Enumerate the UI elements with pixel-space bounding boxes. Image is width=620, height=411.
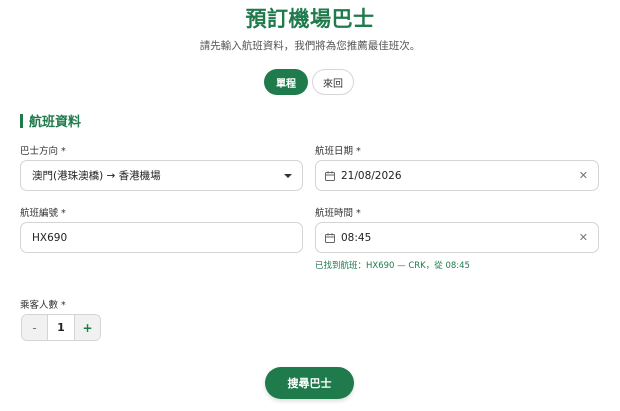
flight-date-input[interactable]: 21/08/2026 ✕ (315, 160, 599, 191)
flight-date-label: 航班日期 * (315, 146, 361, 157)
page-subtitle: 請先輸入航班資料，我們將為您推薦最佳班次。 (199, 40, 421, 52)
flight-number-input[interactable]: HX690 (20, 222, 303, 253)
passengers-value[interactable]: 1 (47, 315, 75, 340)
passengers-label: 乘客人數 * (20, 300, 66, 311)
flight-number-label: 航班編號 * (20, 208, 66, 219)
trip-type-toggle: 單程 來回 (264, 69, 354, 95)
chevron-down-icon (284, 173, 292, 178)
search-bus-button[interactable]: 搜尋巴士 (265, 367, 354, 399)
section-title: 航班資料 (29, 115, 82, 130)
direction-select[interactable]: 澳門(港珠澳橋) → 香港機場 (20, 160, 303, 191)
direction-value: 澳門(港珠澳橋) → 香港機場 (32, 170, 161, 182)
section-accent-bar (20, 113, 23, 128)
flight-time-value: 08:45 (341, 231, 372, 244)
flight-number-value: HX690 (32, 231, 68, 244)
round-trip-tab[interactable]: 來回 (312, 69, 354, 95)
flight-time-label: 航班時間 * (315, 208, 361, 219)
calendar-icon (325, 232, 335, 243)
one-way-tab[interactable]: 單程 (264, 69, 308, 95)
flight-found-hint: 已找到航班：HX690 — CRK，從 08:45 (315, 261, 470, 271)
flight-time-input[interactable]: 08:45 ✕ (315, 222, 599, 253)
increment-button[interactable]: + (75, 315, 100, 340)
section-heading: 航班資料 (20, 111, 81, 130)
calendar-icon (325, 170, 335, 181)
page-title: 預訂機場巴士 (245, 7, 375, 31)
passengers-stepper: - 1 + (21, 314, 101, 341)
decrement-button[interactable]: - (22, 315, 47, 340)
close-icon[interactable]: ✕ (579, 231, 588, 244)
direction-label: 巴士方向 * (20, 146, 66, 157)
flight-date-value: 21/08/2026 (341, 169, 402, 182)
close-icon[interactable]: ✕ (579, 169, 588, 182)
